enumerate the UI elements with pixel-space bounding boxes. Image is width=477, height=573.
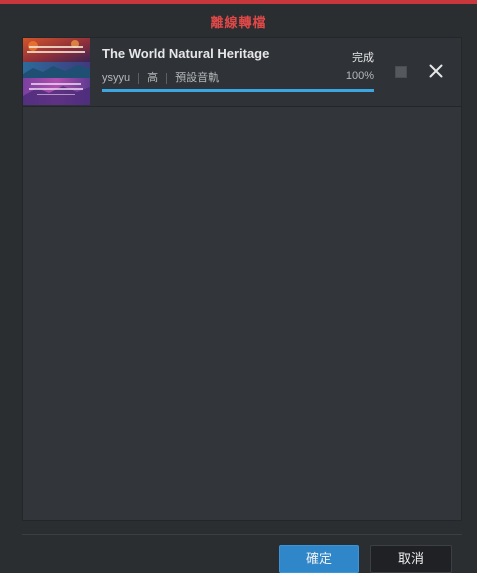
offline-transcode-dialog: 離線轉檔 The World Natural Heritage ysyyu 高 …: [0, 0, 477, 573]
task-audio-track: 預設音軌: [175, 72, 220, 84]
task-status: 完成: [352, 52, 374, 64]
task-progress-percent: 100%: [345, 70, 374, 82]
task-list[interactable]: The World Natural Heritage ysyyu 高 預設音軌 完成…: [22, 37, 462, 521]
task-quality: 高: [147, 72, 159, 84]
meta-divider: [138, 72, 140, 84]
top-accent-bar: [0, 0, 477, 4]
progress-bar-fill: [102, 89, 374, 92]
video-thumbnail: [23, 38, 90, 105]
meta-divider: [166, 72, 168, 84]
task-row[interactable]: The World Natural Heritage ysyyu 高 預設音軌 完成…: [23, 38, 461, 107]
task-checkbox[interactable]: [395, 66, 407, 78]
task-title: The World Natural Heritage: [102, 46, 270, 61]
task-meta: ysyyu 高 預設音軌: [102, 69, 219, 85]
remove-task-button[interactable]: [427, 62, 445, 80]
cancel-button[interactable]: 取消: [370, 545, 452, 573]
close-icon: [429, 64, 443, 78]
progress-bar: [102, 89, 374, 92]
task-user: ysyyu: [102, 72, 131, 84]
dialog-title: 離線轉檔: [210, 15, 267, 30]
confirm-button[interactable]: 確定: [279, 545, 359, 573]
footer-divider: [22, 534, 462, 535]
